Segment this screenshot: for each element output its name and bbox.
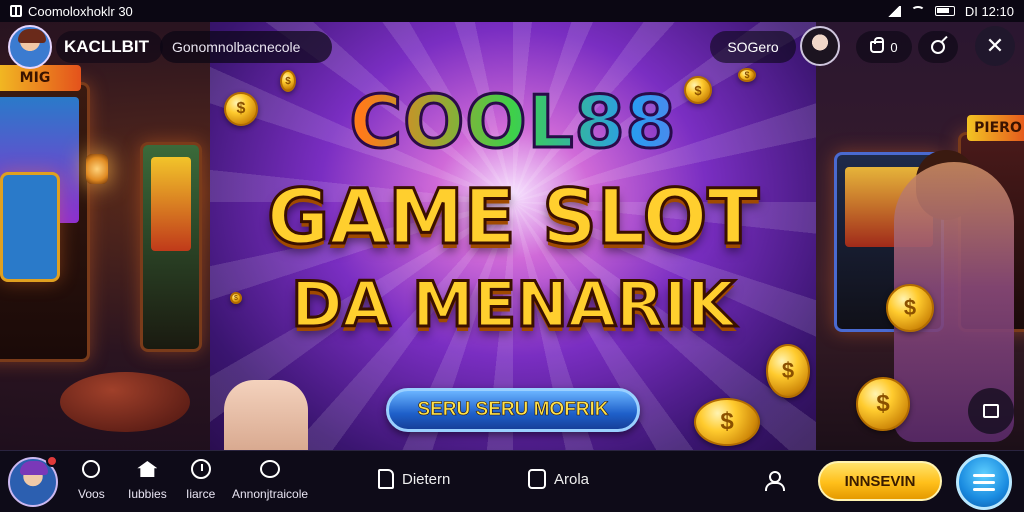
- bag-icon: [870, 37, 885, 53]
- nav-label: Iiarce: [186, 487, 216, 501]
- top-bar: KACLLBIT Gonomnolbacnecole SOGero 0 ✕: [0, 22, 1024, 72]
- banner-title-line-2: GAME SLOT: [265, 171, 760, 263]
- nav-label: Voos: [78, 487, 105, 501]
- card-icon: [528, 469, 546, 489]
- wifi-icon: [910, 6, 925, 16]
- user-avatar[interactable]: [800, 26, 840, 66]
- slot-cabinet-mid: [0, 172, 60, 282]
- status-bar: Coomoloxhoklr 30 DI 12:10: [0, 0, 1024, 22]
- signal-icon: [886, 5, 901, 17]
- bottom-nav: Voos Iubbies Iiarce Annonjtraicole Diete…: [0, 450, 1024, 512]
- nav-item-voos[interactable]: Voos: [78, 457, 105, 501]
- gift-icon: [260, 460, 281, 478]
- deposit-button[interactable]: INNSEVIN: [818, 461, 942, 501]
- home-icon: [137, 461, 158, 477]
- wall-lamp: [86, 154, 108, 184]
- status-time: DI 12:10: [964, 3, 1014, 19]
- coin: $: [856, 377, 910, 431]
- coin: $: [886, 284, 934, 332]
- cabinet-sign-right: PIERO: [967, 115, 1024, 141]
- coin: $: [694, 398, 760, 446]
- clock-icon: [190, 459, 211, 479]
- close-button[interactable]: ✕: [975, 26, 1015, 66]
- hand-holding-coin: [224, 380, 308, 450]
- banner-title-line-1: COOL88: [210, 79, 816, 166]
- fullscreen-button[interactable]: [968, 388, 1014, 434]
- people-icon[interactable]: [764, 471, 785, 491]
- arola-label: Arola: [554, 470, 590, 488]
- bar-stool: [60, 372, 190, 432]
- search-button[interactable]: [918, 31, 958, 63]
- coin: $: [766, 344, 810, 398]
- nav-item-iubbies[interactable]: Iubbies: [128, 457, 167, 501]
- bag-button[interactable]: 0: [856, 31, 912, 63]
- search-icon: [931, 40, 945, 54]
- banner-cta-button[interactable]: SERU SERU MOFRIK: [386, 388, 640, 432]
- promo-banner[interactable]: $ $ $ $ $ $ $ COOL88 GAME SLOT DA MENARI…: [210, 22, 816, 450]
- menu-button[interactable]: [956, 454, 1012, 510]
- status-app-label: Coomoloxhoklr 30: [28, 3, 133, 19]
- nav-item-arola[interactable]: Arola: [528, 469, 589, 489]
- profile-avatar[interactable]: [8, 25, 52, 69]
- nav-item-iiarce[interactable]: Iiarce: [186, 457, 215, 501]
- brand-label[interactable]: KACLLBIT: [56, 31, 163, 63]
- user-icon: [82, 460, 101, 478]
- book-icon: [378, 469, 394, 489]
- notification-badge: [46, 455, 58, 467]
- slot-cabinet-back: [140, 142, 202, 352]
- banner-title-line-3: DA MENARIK: [290, 267, 737, 343]
- nav-item-history[interactable]: Dietern: [378, 469, 450, 489]
- nav-label: Iubbies: [128, 487, 167, 501]
- account-pill[interactable]: SOGero: [710, 31, 796, 63]
- menu-icon: [973, 473, 995, 477]
- frame-icon: [983, 404, 999, 418]
- app-switch-icon: [10, 5, 22, 17]
- history-label: Dietern: [402, 470, 451, 488]
- battery-icon: [934, 6, 955, 16]
- bag-count: 0: [890, 39, 898, 55]
- nav-label: Annonjtraicole: [232, 487, 309, 501]
- address-field[interactable]: Gonomnolbacnecole: [160, 31, 332, 63]
- nav-item-annonjtraicole[interactable]: Annonjtraicole: [232, 457, 308, 501]
- close-icon: ✕: [985, 33, 1005, 58]
